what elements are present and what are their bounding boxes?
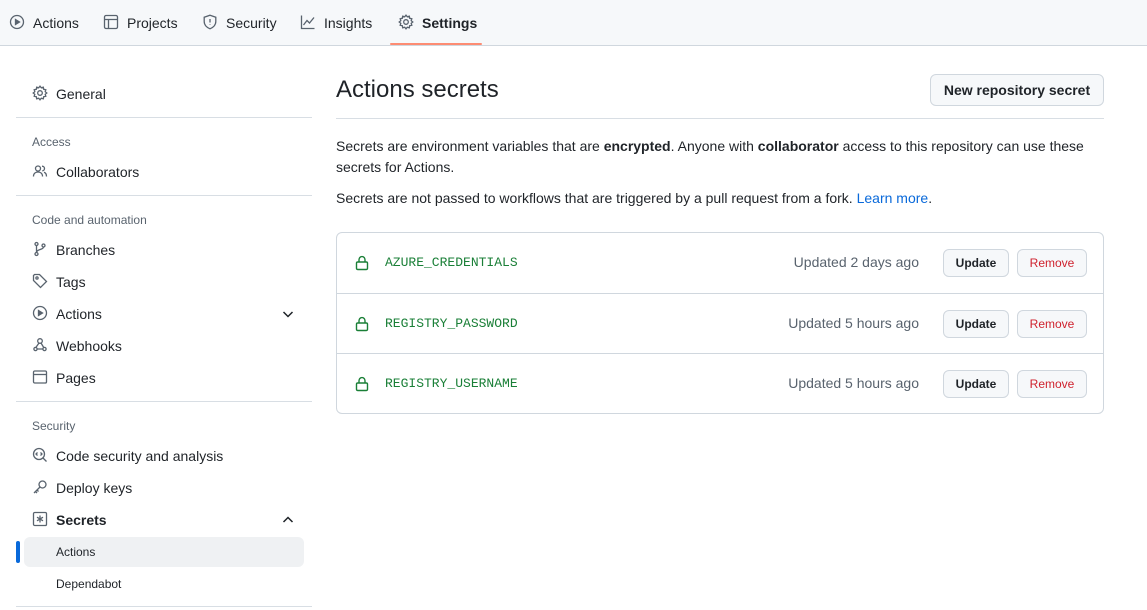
sidebar-divider [16,195,312,196]
people-icon [32,163,48,182]
secret-updated: Updated 5 hours ago [788,375,919,391]
secret-updated: Updated 2 days ago [793,254,919,270]
settings-sidebar: General Access Collaborators Code and au… [16,46,312,610]
tab-label: Settings [422,15,478,31]
sidebar-item-label: Deploy keys [56,480,133,496]
sidebar-item-deploy-keys[interactable]: Deploy keys [16,472,304,504]
sidebar-item-label: Secrets [56,512,107,528]
table-icon [103,14,119,33]
sidebar-heading-security: Security [32,419,76,433]
tag-icon [32,273,48,292]
sidebar-item-label: Tags [56,274,86,290]
sidebar-item-label: Actions [56,306,102,322]
branch-icon [32,241,48,260]
secret-row: REGISTRY_USERNAME Updated 5 hours ago Up… [337,353,1103,413]
update-button[interactable]: Update [943,249,1009,277]
description-text: Secrets are environment variables that a… [336,138,604,154]
tab-security[interactable]: Security [202,0,277,46]
sidebar-item-label: Branches [56,242,116,258]
secret-name: REGISTRY_PASSWORD [385,316,518,331]
secret-row: REGISTRY_PASSWORD Updated 5 hours ago Up… [337,293,1103,353]
secret-updated: Updated 5 hours ago [788,315,919,331]
graph-icon [300,14,316,33]
sidebar-divider [16,117,312,118]
sidebar-item-actions[interactable]: Actions [16,298,304,330]
sidebar-divider [16,401,312,402]
sidebar-item-collaborators[interactable]: Collaborators [16,156,304,188]
gear-icon [32,84,48,104]
sidebar-item-label: General [56,86,106,102]
tab-actions[interactable]: Actions [9,0,79,46]
browser-icon [32,369,48,388]
sidebar-item-label: Webhooks [56,338,122,354]
remove-button[interactable]: Remove [1017,370,1087,398]
description-emphasis: encrypted [603,138,671,154]
play-circle-icon [32,305,48,324]
chevron-down-icon[interactable] [280,306,296,322]
notice-text: Secrets are not passed to workflows that… [336,190,857,206]
sidebar-divider [16,606,312,607]
sidebar-item-branches[interactable]: Branches [16,234,304,266]
secrets-list: AZURE_CREDENTIALS Updated 2 days ago Upd… [336,232,1104,414]
repo-nav: Actions Projects Security Insights Setti… [0,0,1147,46]
sidebar-item-label: Code security and analysis [56,448,224,464]
gear-icon [398,13,414,33]
tab-insights[interactable]: Insights [300,0,372,46]
tab-label: Projects [127,15,178,31]
description-text: . Anyone with [670,138,758,154]
sidebar-item-label: Pages [56,370,96,386]
learn-more-link[interactable]: Learn more [857,190,929,206]
sidebar-item-label: Collaborators [56,164,140,180]
tab-label: Security [226,15,277,31]
sidebar-item-pages[interactable]: Pages [16,362,304,394]
sidebar-item-tags[interactable]: Tags [16,266,304,298]
secrets-description: Secrets are environment variables that a… [336,136,1096,178]
remove-button[interactable]: Remove [1017,310,1087,338]
sidebar-heading-access: Access [32,135,71,149]
new-repository-secret-button[interactable]: New repository secret [930,74,1104,106]
sidebar-subitem-secrets-actions[interactable]: Actions [24,537,304,567]
asterisk-square-icon [32,511,48,530]
codescan-icon [32,447,48,466]
remove-button[interactable]: Remove [1017,249,1087,277]
tab-projects[interactable]: Projects [103,0,178,46]
sidebar-item-code-security[interactable]: Code security and analysis [16,440,304,472]
shield-icon [202,14,218,33]
webhook-icon [32,337,48,356]
active-indicator [16,541,20,563]
secret-name: REGISTRY_USERNAME [385,376,518,391]
update-button[interactable]: Update [943,310,1009,338]
sidebar-item-general[interactable]: General [16,78,304,110]
tab-label: Actions [33,15,79,31]
key-icon [32,479,48,498]
tab-label: Insights [324,15,373,31]
secret-row: AZURE_CREDENTIALS Updated 2 days ago Upd… [337,233,1103,293]
secret-name: AZURE_CREDENTIALS [385,255,518,270]
title-divider [336,118,1104,119]
update-button[interactable]: Update [943,370,1009,398]
chevron-up-icon[interactable] [280,512,296,528]
page-title: Actions secrets [336,76,499,103]
sidebar-item-webhooks[interactable]: Webhooks [16,330,304,362]
play-circle-icon [9,14,25,33]
sidebar-heading-code: Code and automation [32,213,147,227]
notice-text: . [928,190,933,206]
selected-tab-underline [390,43,482,45]
description-emphasis: collaborator [757,138,839,154]
lock-icon [354,376,370,392]
lock-icon [354,316,370,332]
fork-notice: Secrets are not passed to workflows that… [336,188,1096,209]
lock-icon [354,255,370,271]
sidebar-item-secrets[interactable]: Secrets [16,504,304,536]
sidebar-subitem-secrets-dependabot[interactable]: Dependabot [24,569,304,599]
tab-settings[interactable]: Settings [398,0,477,46]
